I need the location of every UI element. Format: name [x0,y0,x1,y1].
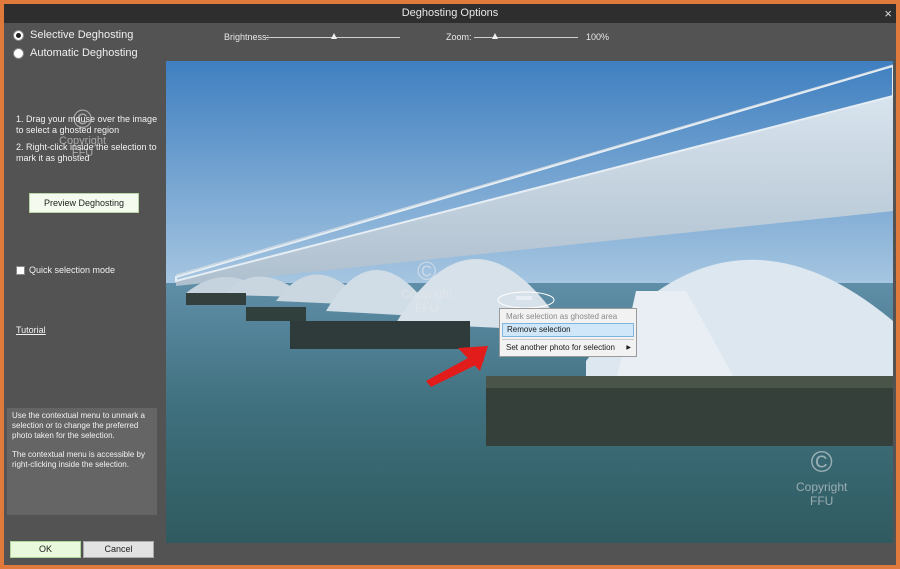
bridge-photo [166,61,893,543]
deghosting-dialog: Deghosting Options × Selective Deghostin… [4,4,896,565]
menu-item-remove-selection[interactable]: Remove selection [502,323,634,337]
watermark-subtext: FFU [415,301,439,315]
radio-selected-icon [13,29,24,41]
watermark-text: Copyright [796,480,848,494]
cancel-button[interactable]: Cancel [83,541,154,558]
watermark-subtext: FFU [71,147,94,159]
selective-deghosting-label: Selective Deghosting [30,29,134,41]
watermark-text: Copyright [401,287,453,301]
watermark-subtext: FFU [810,494,834,508]
help-info-box: Use the contextual menu to unmark a sele… [7,408,157,515]
ok-button[interactable]: OK [10,541,81,558]
brightness-label: Brightness: [224,32,270,42]
menu-item-label: Set another photo for selection [506,343,615,352]
brightness-thumb-icon[interactable] [331,33,337,39]
watermark-text: Copyright [59,135,107,147]
selective-deghosting-radio[interactable]: Selective Deghosting [13,29,133,41]
help-text-1: Use the contextual menu to unmark a sele… [12,411,145,440]
context-menu: Mark selection as ghosted area Remove se… [499,308,637,357]
menu-separator [502,339,634,340]
zoom-label: Zoom: [446,32,472,42]
title-bar: Deghosting Options × [4,4,896,23]
copyright-symbol-icon: © [417,256,437,286]
zoom-track [474,37,578,38]
menu-item-mark-ghosted: Mark selection as ghosted area [506,312,618,321]
window-title: Deghosting Options [401,7,499,19]
quick-selection-label: Quick selection mode [29,265,116,275]
zoom-value: 100% [586,32,610,42]
automatic-deghosting-label: Automatic Deghosting [30,47,138,59]
quick-selection-checkbox[interactable]: Quick selection mode [16,265,115,275]
preview-deghosting-button[interactable]: Preview Deghosting [29,193,139,213]
automatic-deghosting-radio[interactable]: Automatic Deghosting [13,47,138,59]
watermark-left: © Copyright FFU [59,104,106,159]
submenu-arrow-icon: ▶ [626,345,631,351]
watermark-bottom: © Copyright FFU [796,446,847,508]
copyright-symbol-icon: © [810,446,833,479]
checkbox-icon [16,265,25,275]
help-text-2: The contextual menu is accessible by rig… [12,450,145,469]
radio-unselected-icon [13,47,24,59]
image-preview[interactable]: © Copyright FFU © Copyright FFU Mark sel… [166,61,893,543]
tutorial-link[interactable]: Tutorial [16,325,46,335]
menu-item-set-another-photo[interactable]: Set another photo for selection ▶ [502,342,634,354]
watermark-top: © Copyright FFU [401,256,452,315]
copyright-symbol-icon: © [72,104,93,134]
close-icon[interactable]: × [884,4,892,23]
zoom-thumb-icon[interactable] [492,33,498,39]
